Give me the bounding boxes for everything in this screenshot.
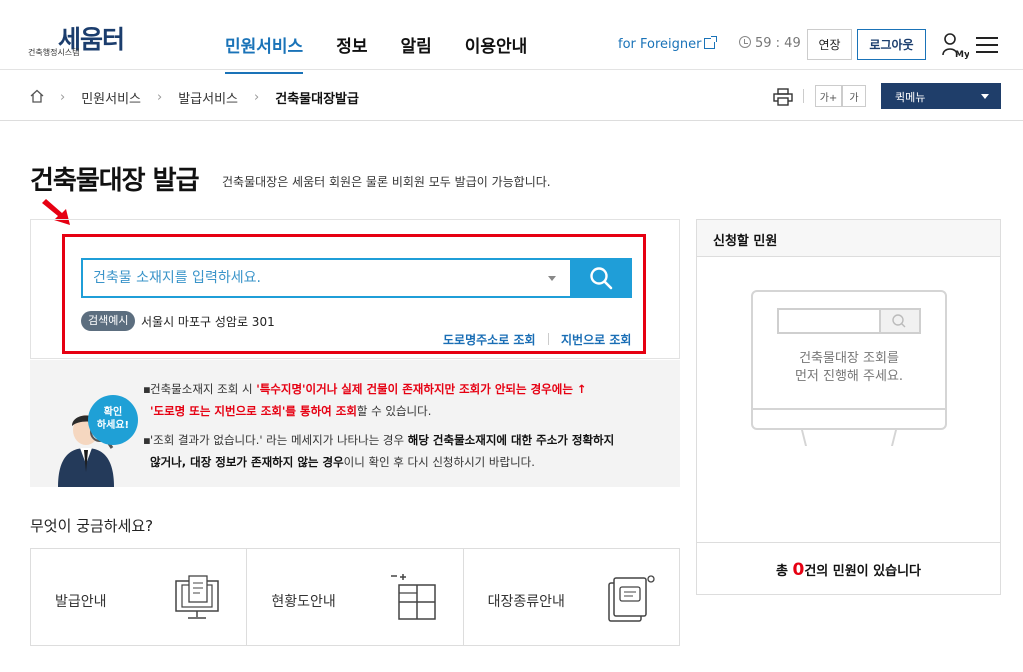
mini-search-button (879, 310, 919, 332)
notice-line: ▪ 건축물소재지 조회 시 '특수지명'이거나 실제 건물이 존재하지만 조회가 … (143, 382, 587, 396)
faq-item-label: 현황도안내 (271, 594, 336, 610)
hamburger-menu-icon[interactable] (976, 37, 998, 53)
notice-highlight: '도로명 또는 지번으로 조회'를 통하여 조회 (150, 404, 357, 418)
home-icon[interactable] (30, 89, 44, 103)
breadcrumb-current: 건축물대장발급 (275, 92, 359, 107)
divider (803, 89, 804, 103)
floor-plan-icon (390, 574, 436, 620)
search-button[interactable] (570, 258, 632, 298)
apply-panel: 신청할 민원 건축물대장 조회를 먼저 진행해 주세요. 총 0건의 민원이 있… (696, 219, 1001, 595)
clock-icon (739, 36, 751, 48)
monitor-message-line: 먼저 진행해 주세요. (794, 369, 904, 384)
nav-civil-service[interactable]: 민원서비스 (225, 32, 304, 74)
monitor-message: 건축물대장 조회를 먼저 진행해 주세요. (751, 350, 947, 386)
road-address-search-link[interactable]: 도로명주소로 조회 (443, 331, 536, 348)
faq-title: 무엇이 궁금하세요? (30, 517, 154, 535)
caret-down-icon (981, 94, 989, 99)
chevron-right-icon: › (60, 90, 66, 105)
search-icon (590, 267, 613, 290)
notice-text-part: 할 수 있습니다. (356, 404, 432, 418)
divider (548, 333, 549, 345)
chevron-right-icon: › (254, 90, 260, 105)
logo-subtitle: 건축행정시스템 (28, 48, 80, 57)
logout-button[interactable]: 로그아웃 (857, 29, 926, 60)
monitor-leg (891, 430, 897, 446)
search-example-badge: 검색예시 (81, 311, 136, 331)
caret-down-icon[interactable] (548, 276, 556, 281)
nav-info[interactable]: 정보 (336, 32, 367, 71)
my-page-icon[interactable]: My (941, 31, 970, 60)
seumteo-logo[interactable]: 세움터 건축행정시스템 (28, 20, 148, 60)
check-badge-line1: 확인 (103, 407, 123, 418)
search-icon (892, 314, 906, 328)
breadcrumb-issue-service[interactable]: 발급서비스 (178, 88, 238, 107)
apply-panel-title: 신청할 민원 (697, 220, 1000, 257)
address-search-box (81, 258, 632, 298)
breadcrumb-civil-service[interactable]: 민원서비스 (81, 88, 141, 107)
font-increase-button[interactable]: 가+ (815, 85, 842, 107)
search-example-text: 서울시 마포구 성암로 301 (141, 315, 275, 329)
faq-grid: 발급안내 현황도안내 대장종류안내 (30, 548, 680, 646)
external-link-icon (704, 36, 718, 49)
notice-box: 확인 하세요! ▪ 건축물소재지 조회 시 '특수지명'이거나 실제 건물이 존재… (30, 360, 680, 487)
nav-notice[interactable]: 알림 (400, 32, 431, 71)
monitor-leg (801, 430, 807, 446)
apply-count-prefix: 총 (775, 564, 793, 579)
monitor-document-icon (175, 575, 220, 619)
chevron-right-icon: › (157, 90, 163, 105)
notice-text-part: 건축물소재지 조회 시 (150, 382, 257, 396)
main-nav: 민원서비스 정보 알림 이용안내 (225, 32, 560, 74)
breadcrumb-bar: › 민원서비스 › 발급서비스 › 건축물대장발급 가+ 가 퀵메뉴 (0, 71, 1023, 121)
apply-count-summary: 총 0건의 민원이 있습니다 (697, 542, 1000, 594)
mini-search-illustration (777, 308, 921, 334)
extend-session-button[interactable]: 연장 (807, 29, 852, 60)
notice-line: '도로명 또는 지번으로 조회'를 통하여 조회할 수 있습니다. (150, 400, 614, 422)
my-page-label: My (955, 50, 969, 59)
notice-emphasis: 해당 건축물소재지에 대한 주소가 정확하지 (407, 433, 615, 447)
session-timer: 59 : 49 (739, 36, 801, 51)
page-title: 건축물대장 발급 (30, 166, 199, 196)
notice-text-part: '조회 결과가 없습니다.' 라는 메세지가 나타나는 경우 (150, 433, 408, 447)
document-stack-icon (608, 575, 655, 622)
check-please-badge: 확인 하세요! (88, 395, 138, 445)
monitor-bezel (751, 408, 947, 410)
faq-status-map-guide[interactable]: 현황도안내 (247, 549, 464, 645)
monitor-illustration: 건축물대장 조회를 먼저 진행해 주세요. (751, 290, 947, 446)
monitor-message-line: 건축물대장 조회를 (799, 351, 899, 366)
faq-item-label: 대장종류안내 (487, 594, 565, 610)
faq-register-type-guide[interactable]: 대장종류안내 (464, 549, 679, 645)
notice-line: ▪ '조회 결과가 없습니다.' 라는 메세지가 나타나는 경우 해당 건축물소재… (143, 433, 615, 447)
check-badge-line2: 하세요! (96, 420, 130, 431)
apply-count-suffix: 건의 민원이 있습니다 (804, 564, 922, 579)
session-timer-value: 59 : 49 (755, 36, 801, 51)
notice-emphasis: 않거나, 대장 정보가 존재하지 않는 경우 (150, 455, 344, 469)
for-foreigner-label: for Foreigner (618, 37, 702, 52)
faq-issue-guide[interactable]: 발급안내 (31, 549, 248, 645)
nav-guide[interactable]: 이용안내 (465, 32, 528, 71)
notice-text-part: 이니 확인 후 다시 신청하시기 바랍니다. (343, 455, 535, 469)
page-description: 건축물대장은 세움터 회원은 물론 비회원 모두 발급이 가능합니다. (222, 175, 551, 189)
font-decrease-button[interactable]: 가 (842, 85, 866, 107)
quick-menu-select[interactable]: 퀵메뉴 (881, 83, 1001, 109)
print-icon[interactable] (773, 88, 793, 106)
quick-menu-label: 퀵메뉴 (895, 91, 926, 104)
notice-text: ▪ 건축물소재지 조회 시 '특수지명'이거나 실제 건물이 존재하지만 조회가 … (143, 378, 615, 473)
site-header: 세움터 건축행정시스템 민원서비스 정보 알림 이용안내 for Foreign… (0, 0, 1023, 74)
apply-count: 0 (792, 560, 805, 580)
faq-item-label: 발급안내 (55, 594, 107, 610)
notice-highlight: '특수지명'이거나 실제 건물이 존재하지만 조회가 안되는 경우에는 ↑ (256, 382, 587, 396)
jibun-search-link[interactable]: 지번으로 조회 (561, 331, 631, 348)
notice-line: 않거나, 대장 정보가 존재하지 않는 경우이니 확인 후 다시 신청하시기 바… (150, 451, 614, 473)
for-foreigner-link[interactable]: for Foreigner (618, 36, 718, 52)
address-search-input[interactable] (83, 260, 568, 296)
breadcrumb: › 민원서비스 › 발급서비스 › 건축물대장발급 (60, 88, 375, 107)
